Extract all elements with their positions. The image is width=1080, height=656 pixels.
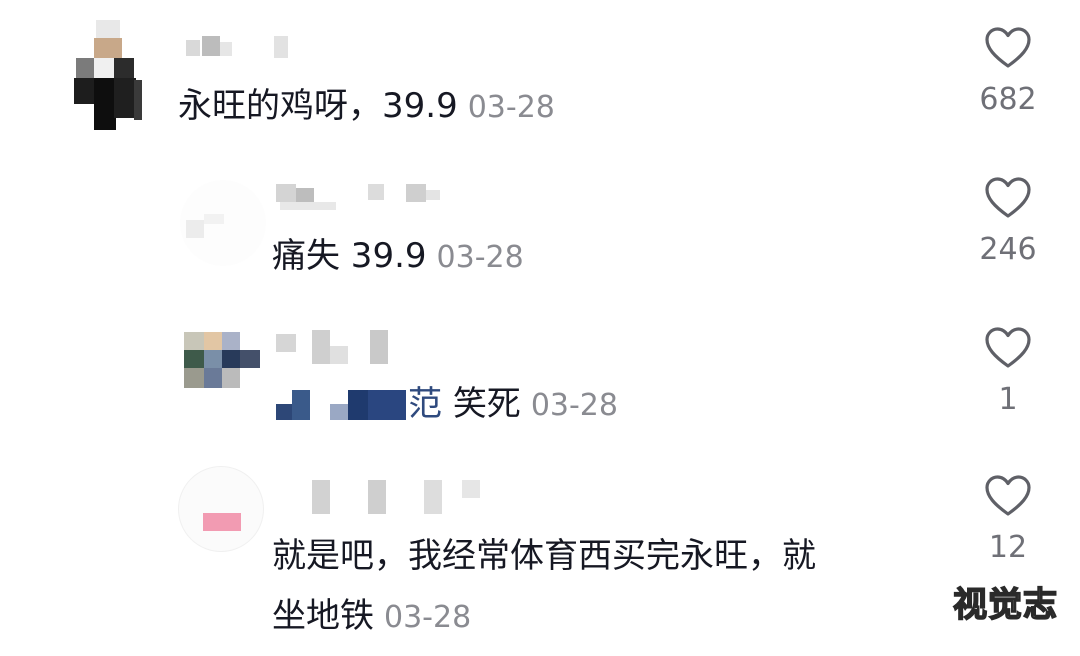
comment-4: 就是吧，我经常体育西买完永旺，就 坐地铁 03-28 12 <box>0 450 1080 656</box>
comment-time: 03-28 <box>436 240 524 275</box>
like-button[interactable]: 1 <box>968 326 1048 418</box>
mention-tail[interactable]: 范 <box>408 384 442 424</box>
heart-icon <box>985 177 1031 218</box>
comment-text[interactable]: 范 笑死 03-28 <box>408 382 618 428</box>
comment-1: 永旺的鸡呀，39.9 03-28 682 <box>0 0 1080 150</box>
like-count: 246 <box>979 232 1037 267</box>
like-button[interactable]: 682 <box>968 26 1048 118</box>
heart-icon <box>985 327 1031 368</box>
comment-time: 03-28 <box>384 600 472 635</box>
comment-body: 笑死 <box>452 384 521 424</box>
blurred-username[interactable] <box>312 480 492 516</box>
comment-time: 03-28 <box>530 388 618 423</box>
avatar[interactable] <box>178 466 264 552</box>
comment-body: 永旺的鸡呀，39.9 <box>178 86 458 126</box>
like-count: 12 <box>988 530 1028 565</box>
like-button[interactable]: 12 <box>968 474 1048 566</box>
blurred-username[interactable] <box>276 184 456 214</box>
watermark: 视觉志 <box>952 584 1058 626</box>
comment-time: 03-28 <box>467 90 555 125</box>
avatar[interactable] <box>180 180 266 266</box>
comment-body-continued: 坐地铁 <box>272 596 374 636</box>
blurred-username[interactable] <box>276 330 396 366</box>
heart-icon <box>985 27 1031 68</box>
comment-3: 范 笑死 03-28 1 <box>0 300 1080 450</box>
comment-body: 就是吧，我经常体育西买完永旺，就 <box>272 536 816 576</box>
blurred-username[interactable] <box>186 36 306 60</box>
comment-text-line-1[interactable]: 就是吧，我经常体育西买完永旺，就 <box>272 534 816 578</box>
comment-text[interactable]: 永旺的鸡呀，39.9 03-28 <box>178 84 555 130</box>
like-count: 682 <box>979 82 1037 117</box>
comment-text-line-2[interactable]: 坐地铁 03-28 <box>272 594 471 640</box>
comment-text[interactable]: 痛失 39.9 03-28 <box>272 234 524 280</box>
like-button[interactable]: 246 <box>968 176 1048 268</box>
avatar[interactable] <box>56 20 142 132</box>
like-count: 1 <box>998 382 1018 417</box>
heart-icon <box>985 475 1031 516</box>
comment-body: 痛失 39.9 <box>272 236 427 276</box>
avatar[interactable] <box>184 332 260 388</box>
comment-2: 痛失 39.9 03-28 246 <box>0 150 1080 300</box>
blurred-mention[interactable] <box>276 384 410 424</box>
